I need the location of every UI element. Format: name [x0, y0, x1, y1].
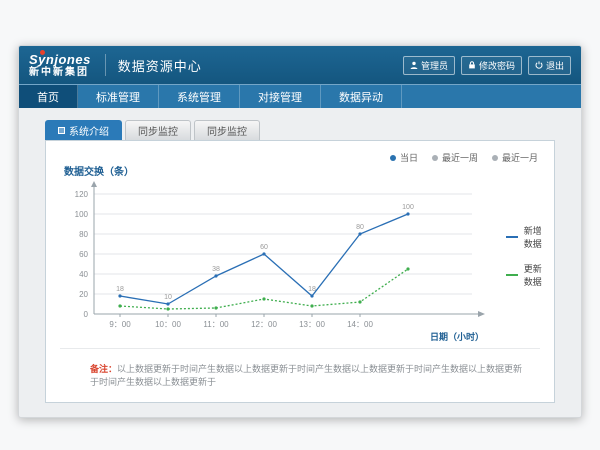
app-header: Synjones 新中新集团 数据资源中心 管理员 修改密码 退出 [19, 46, 581, 84]
series-label: 更新数据 [524, 262, 543, 288]
tab-bar: 系统介绍 同步监控 同步监控 [45, 120, 555, 140]
tab-system-intro[interactable]: 系统介绍 [45, 120, 122, 140]
svg-text:80: 80 [79, 230, 88, 239]
logout-button-label: 退出 [546, 59, 564, 72]
main-nav: 首页 标准管理 系统管理 对接管理 数据异动 [19, 84, 581, 108]
line-chart: 0 20 40 60 80 100 120 9：00 10：00 11：00 12：00 13：00 1… [60, 180, 500, 346]
page-title: 数据资源中心 [118, 56, 202, 75]
change-password-button-label: 修改密码 [479, 59, 515, 72]
tab-sync-monitor-1[interactable]: 同步监控 [125, 120, 191, 140]
logo: Synjones 新中新集团 [29, 53, 91, 78]
app-window: Synjones 新中新集团 数据资源中心 管理员 修改密码 退出 首页 标准管… [18, 45, 582, 418]
svg-text:9：00: 9：00 [109, 320, 131, 329]
nav-item-data-change[interactable]: 数据异动 [321, 85, 402, 108]
legend-dot-icon [492, 155, 498, 161]
remark-text: 以上数据更新于时间产生数据以上数据更新于时间产生数据以上数据更新于时间产生数据以… [90, 364, 522, 387]
dashed-line-icon [506, 274, 518, 276]
svg-text:12：00: 12：00 [251, 320, 277, 329]
admin-button[interactable]: 管理员 [403, 56, 455, 75]
svg-text:18: 18 [308, 286, 316, 293]
tab-label: 同步监控 [138, 123, 178, 138]
range-last-month[interactable]: 最近一月 [492, 151, 538, 164]
svg-text:10: 10 [164, 294, 172, 301]
svg-text:11：00: 11：00 [203, 320, 229, 329]
series-label: 新增数据 [524, 224, 543, 250]
chart-panel: 当日 最近一周 最近一月 数据交换（条） 0 20 40 60 80 100 120 9：00… [45, 140, 555, 403]
content-area: 系统介绍 同步监控 同步监控 当日 最近一周 [19, 108, 581, 403]
user-icon [410, 61, 418, 69]
series-new-data[interactable]: 新增数据 [506, 224, 543, 250]
svg-text:80: 80 [356, 224, 364, 231]
range-label: 最近一月 [502, 151, 538, 164]
change-password-button[interactable]: 修改密码 [461, 56, 522, 75]
chart-row: 0 20 40 60 80 100 120 9：00 10：00 11：00 12：00 13：00 1… [60, 180, 540, 346]
power-icon [535, 61, 543, 69]
nav-item-home[interactable]: 首页 [19, 85, 78, 108]
legend-dot-icon [390, 155, 396, 161]
range-label: 当日 [400, 151, 418, 164]
remark-note: 备注：以上数据更新于时间产生数据以上数据更新于时间产生数据以上数据更新于时间产生… [60, 348, 540, 402]
series-legend: 新增数据 更新数据 [506, 180, 543, 346]
svg-text:0: 0 [84, 310, 89, 319]
legend-dot-icon [432, 155, 438, 161]
nav-item-standard-mgmt[interactable]: 标准管理 [78, 85, 159, 108]
logo-brand: Synjones [29, 53, 91, 66]
range-today[interactable]: 当日 [390, 151, 418, 164]
series-updated-data[interactable]: 更新数据 [506, 262, 543, 288]
logo-company: 新中新集团 [29, 68, 91, 78]
svg-text:40: 40 [79, 270, 88, 279]
svg-text:14：00: 14：00 [347, 320, 373, 329]
range-last-week[interactable]: 最近一周 [432, 151, 478, 164]
tab-icon [58, 127, 65, 134]
range-legend: 当日 最近一周 最近一月 [390, 151, 538, 164]
logo-dot-icon [40, 50, 45, 55]
svg-text:100: 100 [402, 204, 414, 211]
svg-text:13：00: 13：00 [299, 320, 325, 329]
admin-button-label: 管理员 [421, 59, 448, 72]
lock-icon [468, 61, 476, 69]
tab-label: 系统介绍 [69, 123, 109, 138]
remark-label: 备注： [90, 364, 117, 374]
svg-text:10：00: 10：00 [155, 320, 181, 329]
svg-text:日期（小时）: 日期（小时） [430, 331, 484, 342]
logout-button[interactable]: 退出 [528, 56, 571, 75]
header-divider [105, 54, 106, 76]
svg-text:100: 100 [75, 210, 89, 219]
header-actions: 管理员 修改密码 退出 [403, 56, 571, 75]
svg-text:60: 60 [260, 244, 268, 251]
nav-item-connect-mgmt[interactable]: 对接管理 [240, 85, 321, 108]
svg-text:60: 60 [79, 250, 88, 259]
y-axis-title: 数据交换（条） [64, 163, 540, 178]
tab-label: 同步监控 [207, 123, 247, 138]
svg-text:38: 38 [212, 266, 220, 273]
tab-sync-monitor-2[interactable]: 同步监控 [194, 120, 260, 140]
range-label: 最近一周 [442, 151, 478, 164]
svg-text:20: 20 [79, 290, 88, 299]
nav-item-system-mgmt[interactable]: 系统管理 [159, 85, 240, 108]
solid-line-icon [506, 236, 518, 238]
svg-text:120: 120 [75, 190, 89, 199]
svg-text:18: 18 [116, 286, 124, 293]
